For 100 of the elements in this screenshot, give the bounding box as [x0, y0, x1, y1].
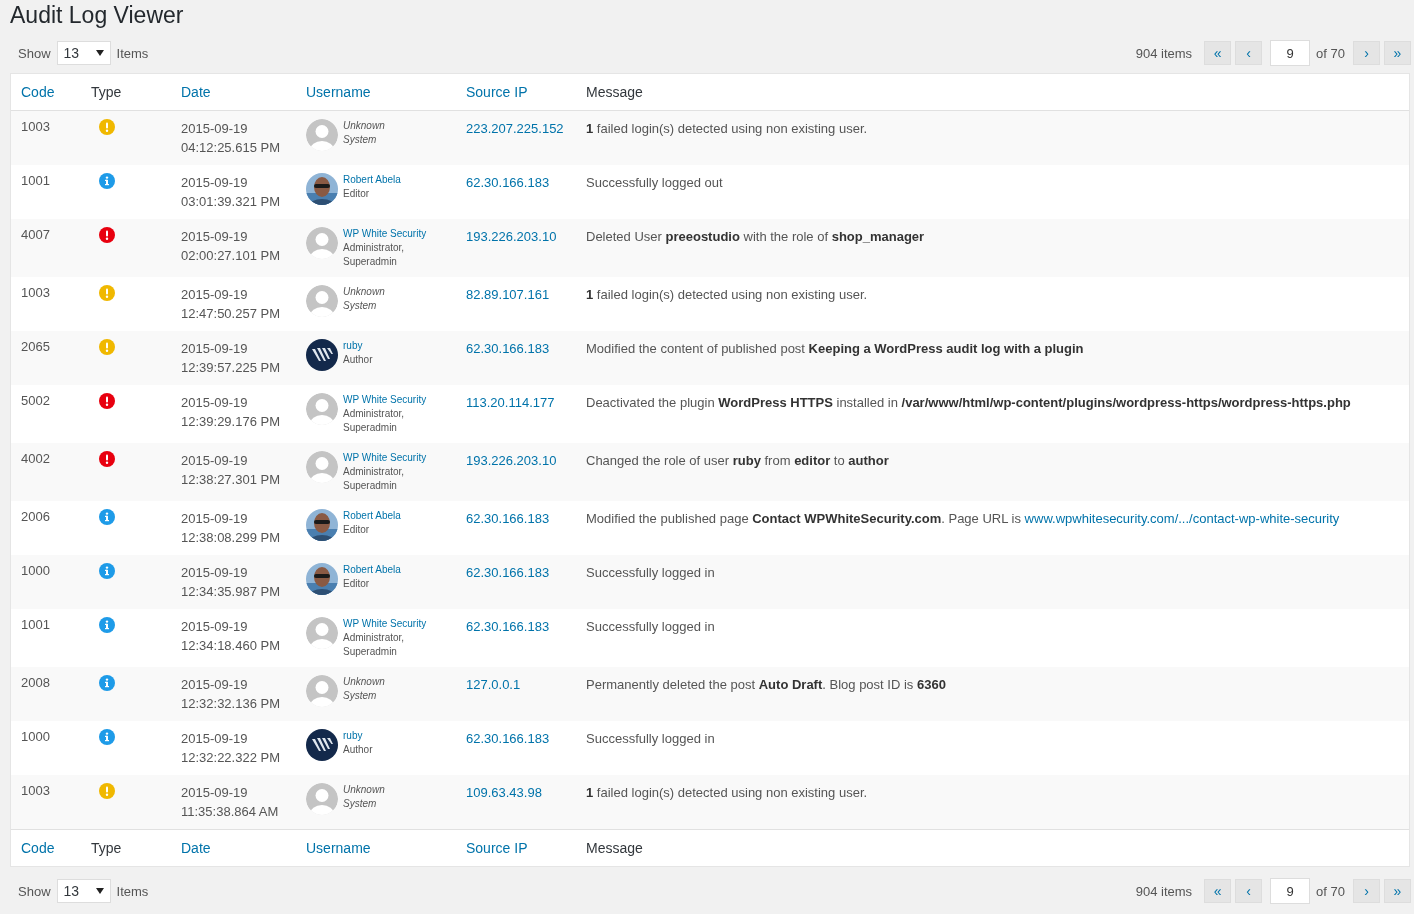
event-date: 2015-09-19	[181, 784, 249, 802]
warning-icon	[99, 285, 115, 301]
event-code: 1003	[11, 277, 81, 331]
avatar-icon	[306, 451, 338, 483]
source-ip-link[interactable]: 62.30.166.183	[466, 511, 550, 526]
source-ip-link[interactable]: 113.20.114.177	[466, 395, 555, 410]
user-name-link[interactable]: ruby	[343, 339, 435, 353]
info-icon	[99, 563, 115, 579]
item-count: 904 items	[1135, 45, 1193, 61]
previous-page-button[interactable]: ‹	[1235, 41, 1263, 65]
page-total: of 70	[1316, 883, 1345, 899]
error-icon	[99, 451, 115, 467]
user-name-link[interactable]: Robert Abela	[343, 173, 435, 187]
event-time: 03:01:39.321 PM	[181, 193, 282, 211]
items-label: Items	[116, 883, 149, 899]
source-ip-link[interactable]: 127.0.0.1	[466, 677, 521, 692]
event-time: 11:35:38.864 AM	[181, 803, 280, 821]
user-role: Author	[343, 353, 374, 367]
event-code: 1001	[11, 165, 81, 219]
sortable-column-header[interactable]: Username	[296, 74, 456, 111]
event-time: 12:39:57.225 PM	[181, 359, 282, 377]
event-date: 2015-09-19	[181, 510, 249, 528]
event-code: 1000	[11, 721, 81, 775]
sortable-column-header[interactable]: Date	[171, 74, 296, 111]
event-date: 2015-09-19	[181, 394, 249, 412]
next-page-button[interactable]: ›	[1353, 41, 1380, 65]
sortable-column-header[interactable]: Date	[171, 829, 296, 866]
first-page-button[interactable]: «	[1204, 879, 1232, 903]
user-name-link[interactable]: WP White Security	[343, 227, 435, 241]
page-number-field[interactable]: 9	[1270, 40, 1311, 66]
event-message: Modified the published page Contact WPWhiteSecurity.com. Page URL is www.wpwhitesecurity.com/.../contact-wp-white-security	[586, 511, 1340, 526]
page-number-field[interactable]: 9	[1270, 878, 1311, 904]
sortable-column-header[interactable]: Username	[296, 829, 456, 866]
source-ip-link[interactable]: 62.30.166.183	[466, 175, 550, 190]
source-ip-link[interactable]: 62.30.166.183	[466, 565, 550, 580]
user-name-link[interactable]: WP White Security	[343, 617, 435, 631]
item-count: 904 items	[1135, 883, 1193, 899]
event-time: 02:00:27.101 PM	[181, 247, 282, 265]
event-time: 12:47:50.257 PM	[181, 305, 282, 323]
event-code: 2065	[11, 331, 81, 385]
avatar-icon	[306, 783, 338, 815]
avatar-icon	[306, 339, 338, 371]
event-message: Successfully logged in	[586, 619, 715, 634]
event-time: 12:32:22.322 PM	[181, 749, 282, 767]
source-ip-link[interactable]: 109.63.43.98	[466, 785, 542, 800]
event-date: 2015-09-19	[181, 174, 249, 192]
last-page-button[interactable]: »	[1384, 41, 1411, 65]
user-name: Unknown	[343, 675, 386, 689]
warning-icon	[99, 783, 115, 799]
column-header: Type	[81, 829, 171, 866]
event-time: 12:32:32.136 PM	[181, 695, 282, 713]
user-name-link[interactable]: Robert Abela	[343, 563, 435, 577]
page-url-link[interactable]: www.wpwhitesecurity.com/.../contact-wp-white-security	[1024, 511, 1340, 526]
event-time: 12:39:29.176 PM	[181, 413, 282, 431]
info-icon	[99, 173, 115, 189]
event-message: Changed the role of user ruby from editor to author	[586, 453, 889, 468]
sortable-column-header[interactable]: Code	[11, 829, 81, 866]
event-code: 5002	[11, 385, 81, 443]
next-page-button[interactable]: ›	[1353, 879, 1380, 903]
event-code: 2008	[11, 667, 81, 721]
event-time: 12:38:08.299 PM	[181, 529, 282, 547]
avatar-icon	[306, 509, 338, 541]
user-role: Administrator, Superadmin	[343, 465, 406, 493]
user-name-link[interactable]: WP White Security	[343, 451, 435, 465]
items-per-page-select[interactable]: 13	[56, 41, 111, 65]
event-code: 1003	[11, 775, 81, 830]
source-ip-link[interactable]: 62.30.166.183	[466, 341, 550, 356]
info-icon	[99, 675, 115, 691]
user-name-link[interactable]: Robert Abela	[343, 509, 435, 523]
user-role: System	[343, 797, 378, 811]
event-message: Successfully logged in	[586, 731, 715, 746]
last-page-button[interactable]: »	[1384, 879, 1411, 903]
first-page-button[interactable]: «	[1204, 41, 1232, 65]
event-message: Modified the content of published post Keeping a WordPress audit log with a plugin	[586, 341, 1084, 356]
user-role: Administrator, Superadmin	[343, 631, 406, 659]
items-per-page-select[interactable]: 13	[56, 879, 111, 903]
show-label: Show	[18, 883, 51, 899]
event-date: 2015-09-19	[181, 452, 249, 470]
sortable-column-header[interactable]: Source IP	[456, 74, 576, 111]
source-ip-link[interactable]: 193.226.203.10	[466, 229, 557, 244]
source-ip-link[interactable]: 193.226.203.10	[466, 453, 557, 468]
source-ip-link[interactable]: 62.30.166.183	[466, 731, 550, 746]
user-role: System	[343, 299, 378, 313]
event-message: Permanently deleted the post Auto Draft. Blog post ID is 6360	[586, 677, 946, 692]
source-ip-link[interactable]: 82.89.107.161	[466, 287, 550, 302]
user-name-link[interactable]: ruby	[343, 729, 435, 743]
event-code: 1003	[11, 110, 81, 165]
sortable-column-header[interactable]: Source IP	[456, 829, 576, 866]
event-date: 2015-09-19	[181, 676, 249, 694]
previous-page-button[interactable]: ‹	[1235, 879, 1263, 903]
sortable-column-header[interactable]: Code	[11, 74, 81, 111]
source-ip-link[interactable]: 223.207.225.152	[466, 121, 564, 136]
source-ip-link[interactable]: 62.30.166.183	[466, 619, 550, 634]
user-name-link[interactable]: WP White Security	[343, 393, 435, 407]
show-label: Show	[18, 45, 51, 61]
user-role: System	[343, 689, 378, 703]
event-message: Successfully logged out	[586, 175, 723, 190]
column-header: Type	[81, 74, 171, 111]
column-header: Message	[576, 74, 1409, 111]
avatar-icon	[306, 119, 338, 151]
